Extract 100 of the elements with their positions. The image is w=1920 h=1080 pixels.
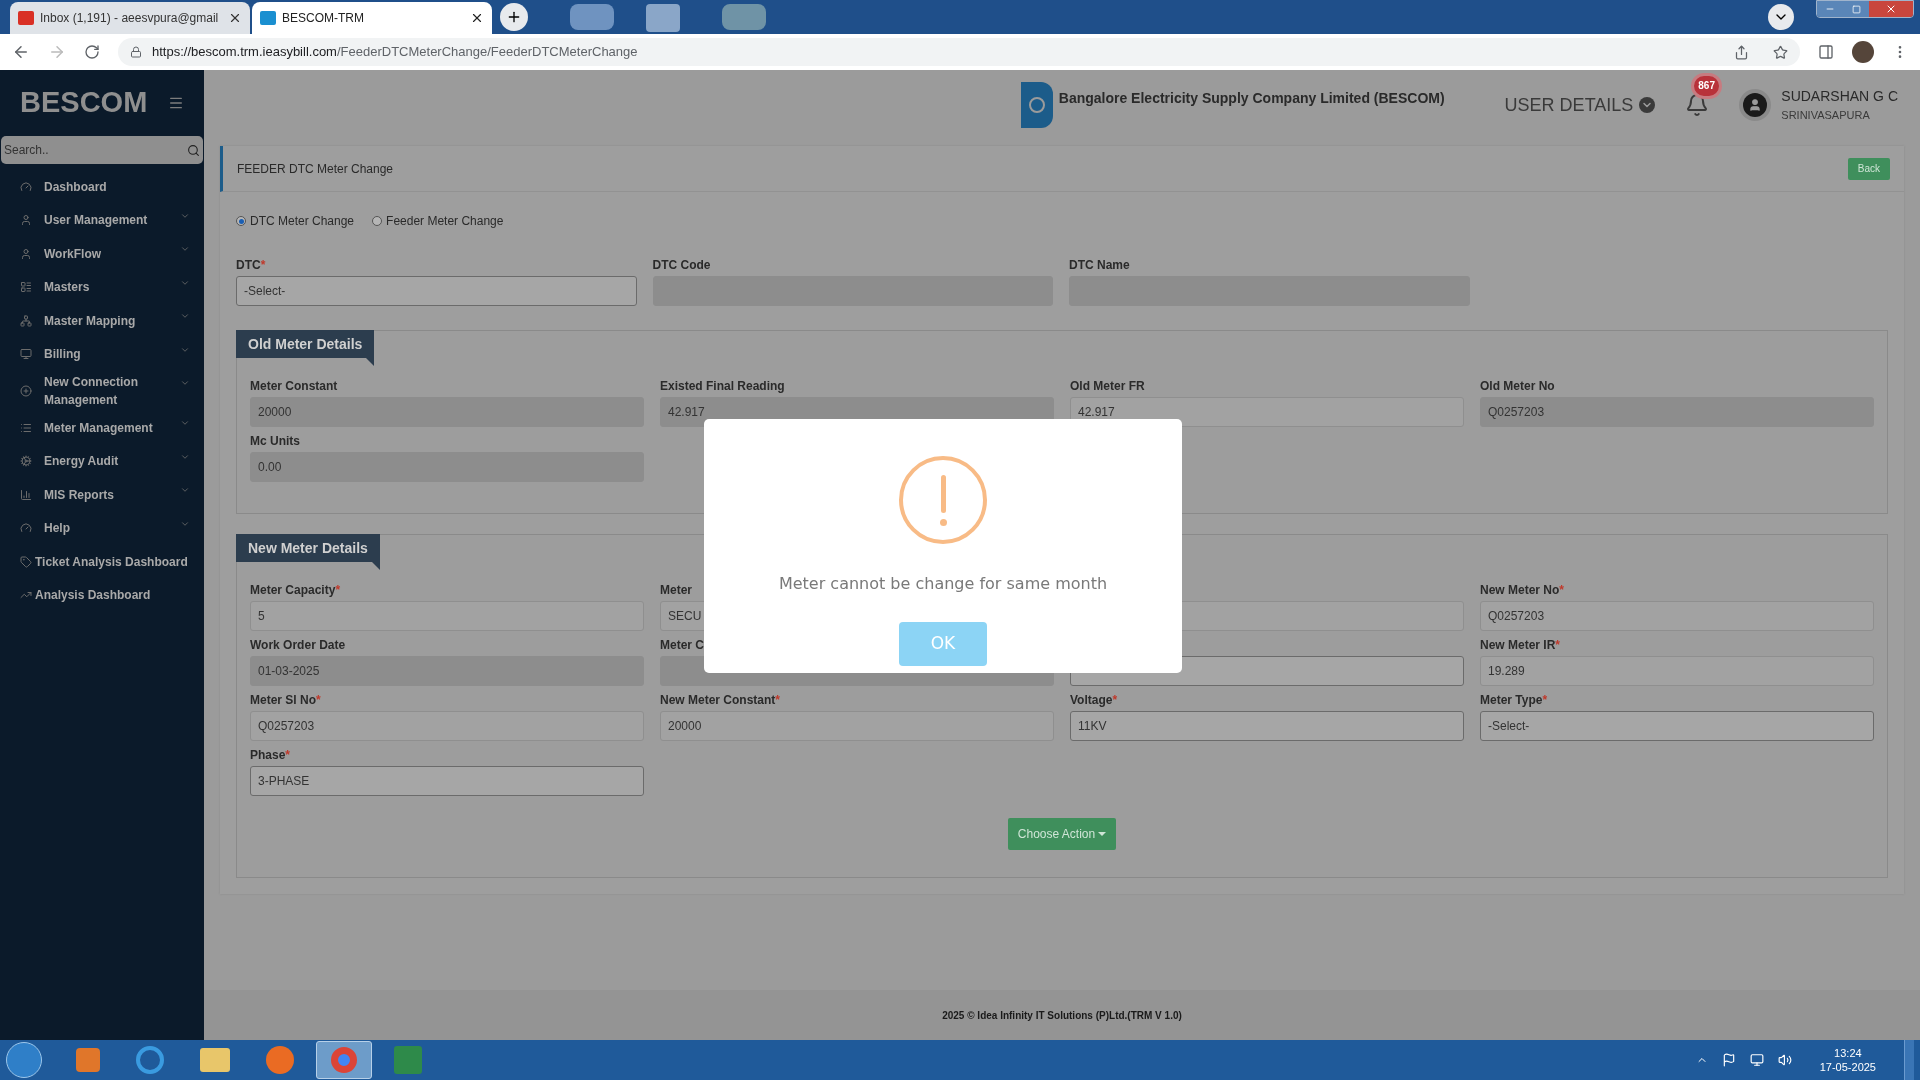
field-label: DTC Name [1069, 257, 1130, 274]
field-label: DTC* [236, 257, 266, 274]
input-field[interactable]: 01-03-2025 [250, 656, 644, 686]
notification-badge: 867 [1691, 73, 1722, 99]
forward-icon[interactable] [48, 43, 66, 61]
gears-icon [20, 455, 32, 468]
search-field[interactable]: Search.. [1, 136, 203, 164]
input-field[interactable]: 0.00 [250, 452, 644, 482]
browser-tab[interactable]: BESCOM-TRM [252, 2, 492, 34]
plus-icon [506, 9, 522, 25]
reload-icon[interactable] [84, 44, 100, 60]
select-field[interactable]: 3-PHASE [250, 766, 644, 796]
restore-button[interactable] [1843, 1, 1869, 17]
input-field[interactable]: 5 [250, 601, 644, 631]
field-label: New Meter No* [1480, 582, 1565, 599]
volume-icon[interactable] [1777, 1053, 1792, 1067]
field-label: New Meter Constant* [660, 692, 781, 709]
sidebar-item[interactable]: Master Mapping [0, 304, 204, 338]
brand-logo-text: BESCOM [20, 85, 148, 121]
input-field[interactable]: Q0257203 [1480, 601, 1874, 631]
field-label: Meter [660, 582, 692, 599]
start-button[interactable] [6, 1042, 42, 1078]
profile-avatar[interactable] [1852, 41, 1874, 63]
user-details-dropdown[interactable]: USER DETAILS [1504, 91, 1656, 119]
search-icon [187, 143, 200, 157]
restore-icon [1851, 4, 1861, 14]
sidebar-item[interactable]: Analysis Dashboard [0, 578, 204, 612]
clock[interactable]: 13:24 17-05-2025 [1819, 1046, 1876, 1074]
notification-icon[interactable] [1685, 93, 1710, 117]
gauge-icon [20, 180, 32, 193]
star-icon[interactable] [1773, 44, 1788, 60]
sidebar-item[interactable]: Masters [0, 270, 204, 304]
list-icon [20, 421, 32, 434]
hierarchy-icon [20, 314, 32, 327]
browser-tab[interactable]: Inbox (1,191) - aeesvpura@gmail [10, 2, 250, 34]
flag-icon[interactable] [1721, 1053, 1736, 1067]
menu-icon[interactable] [168, 95, 184, 111]
plus-circle-icon [20, 385, 32, 397]
sidebar-item[interactable]: Ticket Analysis Dashboard [0, 545, 204, 579]
sidebar-item[interactable]: Dashboard [0, 170, 204, 204]
user-icon [20, 247, 32, 260]
field-label: Meter C [660, 637, 704, 654]
lock-icon [130, 46, 142, 58]
sidebar-item[interactable]: Meter Management [0, 411, 204, 445]
back-icon[interactable] [12, 43, 30, 61]
blurred-thumbnail [646, 4, 680, 32]
tab-notch [371, 562, 380, 570]
sidebar-item[interactable]: Energy Audit [0, 444, 204, 478]
close-icon[interactable] [470, 11, 484, 25]
select-field[interactable]: -Select- [1480, 711, 1874, 741]
sidebar-item[interactable]: Help [0, 511, 204, 545]
input-field[interactable]: 19.289 [1480, 656, 1874, 686]
field-label: Phase* [250, 747, 291, 764]
input-field[interactable]: 20000 [660, 711, 1054, 741]
input-field[interactable]: 42.917 [1070, 397, 1464, 427]
sidebar-item[interactable]: MIS Reports [0, 478, 204, 512]
field-label: Meter Capacity* [250, 582, 341, 599]
side-panel-icon[interactable] [1818, 44, 1834, 60]
field-label: Meter Sl No* [250, 692, 321, 709]
warning-icon [899, 456, 987, 544]
field-label: Meter Constant [250, 378, 338, 395]
field-label: Work Order Date [250, 637, 346, 654]
footer-text: 2025 © Idea Infinity IT Solutions (P)Ltd.(TRM V 1.0) [942, 1008, 1182, 1023]
sidebar-item[interactable]: User Management [0, 203, 204, 237]
share-icon[interactable] [1734, 44, 1749, 60]
sidebar-item[interactable]: WorkFlow [0, 237, 204, 271]
user-location: SRINIVASAPURA [1781, 108, 1871, 124]
url-text: https://bescom.trm.ieasybill.com/FeederDTCMeterChange/FeederDTCMeterChange [152, 43, 638, 62]
close-icon[interactable] [228, 11, 242, 25]
site-icon [260, 11, 276, 25]
field-label: Meter Type* [1480, 692, 1548, 709]
input-field[interactable]: Q0257203 [1480, 397, 1874, 427]
input-field[interactable]: 20000 [250, 397, 644, 427]
page-title: FEEDER DTC Meter Change [237, 160, 394, 178]
field-label: Voltage* [1070, 692, 1118, 709]
field-label: Mc Units [250, 433, 300, 450]
address-field[interactable]: https://bescom.trm.ieasybill.com/FeederDTCMeterChange/FeederDTCMeterChange [118, 38, 1800, 66]
new-tab-button[interactable] [500, 3, 528, 31]
select-field[interactable]: -Select- [236, 276, 637, 306]
radio-button[interactable] [372, 216, 383, 226]
sidebar-item[interactable]: New Connection Management [0, 371, 204, 411]
minimize-button[interactable] [1817, 1, 1843, 17]
user-name: SUDARSHAN G C [1781, 87, 1898, 107]
bar-chart-icon [20, 488, 32, 501]
close-icon [1885, 3, 1897, 15]
radio-button[interactable] [236, 216, 246, 226]
radio-label[interactable]: Feeder Meter Change [386, 212, 504, 230]
select-field[interactable]: 11KV [1070, 711, 1464, 741]
field-label: Existed Final Reading [660, 378, 785, 395]
input-field[interactable]: Q0257203 [250, 711, 644, 741]
field-label: Old Meter FR [1070, 378, 1145, 395]
radio-label[interactable]: DTC Meter Change [250, 212, 355, 230]
monitor-icon [20, 348, 32, 361]
field-label: Old Meter No [1480, 378, 1555, 395]
tab-search-button[interactable] [1768, 4, 1794, 30]
back-button[interactable]: Back [1847, 157, 1890, 180]
user-icon [20, 214, 32, 227]
sidebar-item[interactable]: Billing [0, 337, 204, 371]
choose-action-button[interactable]: Choose Action [1007, 818, 1117, 850]
network-icon[interactable] [1749, 1053, 1764, 1067]
